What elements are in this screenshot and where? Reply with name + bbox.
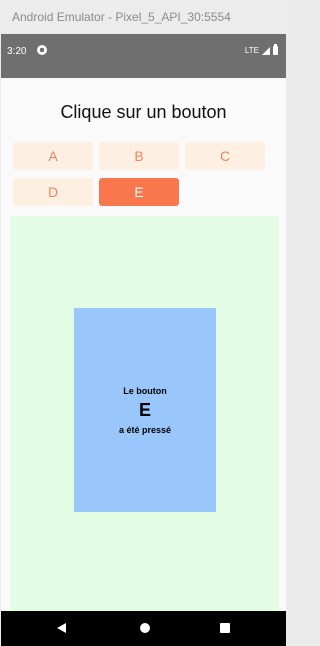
home-icon[interactable] [140, 623, 150, 633]
battery-icon [273, 44, 278, 55]
result-letter: E [138, 399, 151, 420]
app-notification-icon [37, 45, 47, 55]
status-time: 3:20 [7, 46, 27, 57]
result-line-2: a été pressé [118, 424, 172, 435]
navigation-bar [1, 611, 286, 646]
back-icon[interactable] [57, 623, 66, 633]
phone-screen: 3:20 LTE Clique sur un bouton A B C D E … [1, 34, 286, 646]
status-bar: 3:20 LTE [1, 34, 286, 78]
button-c[interactable]: C [185, 142, 265, 170]
button-b[interactable]: B [99, 142, 179, 170]
status-indicators: LTE [244, 44, 278, 55]
result-card: Le bouton E a été pressé [74, 308, 216, 512]
page-title: Clique sur un bouton [60, 102, 227, 122]
window-title: Android Emulator - Pixel_5_API_30:5554 [0, 0, 287, 34]
button-a[interactable]: A [13, 142, 93, 170]
result-area: Le bouton E a été pressé [10, 216, 279, 611]
network-type: LTE [244, 46, 259, 55]
result-line-1: Le bouton [123, 385, 167, 396]
signal-icon [262, 46, 270, 55]
button-e[interactable]: E [99, 178, 179, 206]
recent-apps-icon[interactable] [220, 623, 230, 633]
button-d[interactable]: D [13, 178, 93, 206]
